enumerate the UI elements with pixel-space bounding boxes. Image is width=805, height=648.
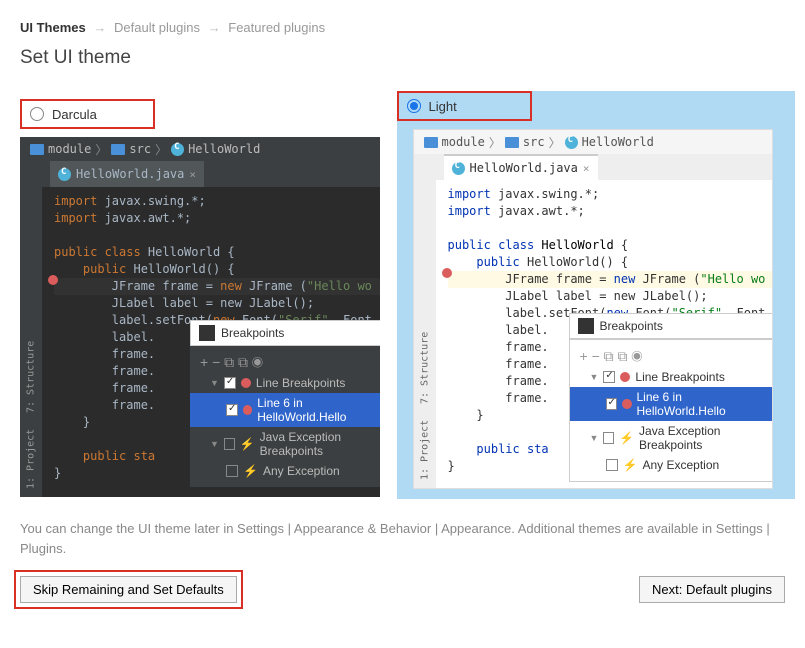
sidebar-structure[interactable]: 7: Structure — [20, 333, 42, 421]
bp-line6[interactable]: Line 6 in HelloWorld.Hello — [190, 393, 380, 427]
breakpoints-popup: Breakpoints + − ⧉ ⧉ ◉ ▼Line Breakpoints … — [569, 313, 773, 482]
radio-label-light: Light — [429, 99, 457, 114]
bp-line-breakpoints[interactable]: ▼Line Breakpoints — [190, 373, 380, 393]
breadcrumb-step-featured: Featured plugins — [228, 20, 325, 35]
radio-icon[interactable] — [407, 99, 421, 113]
checkbox-icon — [606, 459, 618, 471]
breakpoints-toolbar[interactable]: + − ⧉ ⧉ ◉ — [570, 346, 773, 367]
class-icon — [565, 136, 578, 149]
bolt-icon: ⚡ — [240, 437, 255, 451]
checkbox-icon — [603, 371, 615, 383]
sidebar-project[interactable]: 1: Project — [20, 421, 42, 497]
sidebar-structure[interactable]: 7: Structure — [414, 324, 436, 412]
theme-option-light[interactable]: Light module 〉 src 〉 HelloWorld HelloWor — [413, 99, 786, 499]
folder-icon — [30, 144, 44, 155]
expand-icon: ▼ — [210, 439, 219, 449]
checkbox-icon — [226, 404, 238, 416]
bolt-icon: ⚡ — [623, 458, 638, 472]
preview-darcula: module 〉 src 〉 HelloWorld HelloWorld.jav… — [20, 137, 380, 497]
bp-line-breakpoints[interactable]: ▼Line Breakpoints — [570, 367, 773, 387]
skip-button[interactable]: Skip Remaining and Set Defaults — [20, 576, 237, 603]
editor-breadcrumb: module 〉 src 〉 HelloWorld — [20, 137, 380, 161]
editor-breadcrumb: module 〉 src 〉 HelloWorld — [414, 130, 772, 154]
breakpoint-dot-icon — [622, 399, 632, 409]
breadcrumb-step-default: Default plugins — [114, 20, 200, 35]
breakpoint-dot-icon — [241, 378, 251, 388]
class-icon — [171, 143, 184, 156]
editor-tabs: HelloWorld.java × — [414, 154, 772, 180]
arrow-icon: → — [93, 20, 106, 35]
wizard-breadcrumb: UI Themes → Default plugins → Featured p… — [20, 20, 785, 35]
theme-option-darcula[interactable]: Darcula module 〉 src 〉 HelloWorld HelloW — [20, 99, 393, 499]
editor-tabs: HelloWorld.java × — [20, 161, 380, 187]
bolt-icon: ⚡ — [619, 431, 634, 445]
bp-java-exception[interactable]: ▼⚡Java Exception Breakpoints — [570, 421, 773, 455]
checkbox-icon — [603, 432, 614, 444]
class-icon — [452, 162, 465, 175]
bp-any-exception[interactable]: ⚡Any Exception — [570, 455, 773, 475]
breakpoint-dot-icon — [442, 268, 452, 278]
preview-light: module 〉 src 〉 HelloWorld HelloWorld.jav… — [413, 129, 773, 489]
arrow-icon: → — [208, 20, 221, 35]
radio-label-darcula: Darcula — [52, 107, 97, 122]
breakpoint-dot-icon — [243, 405, 253, 415]
checkbox-icon — [224, 438, 235, 450]
expand-icon: ▼ — [590, 372, 599, 382]
folder-icon — [111, 144, 125, 155]
bp-line6[interactable]: Line 6 in HelloWorld.Hello — [570, 387, 773, 421]
bp-any-exception[interactable]: ⚡Any Exception — [190, 461, 380, 481]
checkbox-icon — [226, 465, 238, 477]
tool-sidebar: 1: Project 7: Structure — [414, 154, 436, 488]
sidebar-project[interactable]: 1: Project — [414, 412, 436, 488]
bp-java-exception[interactable]: ▼⚡Java Exception Breakpoints — [190, 427, 380, 461]
breakpoints-header: Breakpoints — [569, 313, 773, 339]
folder-icon — [505, 137, 519, 148]
breakpoints-header: Breakpoints — [190, 320, 380, 346]
breakpoint-dot-icon — [620, 372, 630, 382]
breakpoints-icon — [578, 318, 594, 334]
bolt-icon: ⚡ — [243, 464, 258, 478]
expand-icon: ▼ — [590, 433, 599, 443]
page-title: Set UI theme — [20, 47, 785, 69]
checkbox-icon — [606, 398, 618, 410]
breakpoint-dot-icon — [48, 275, 58, 285]
breakpoints-popup: Breakpoints + − ⧉ ⧉ ◉ ▼Line Breakpoints … — [190, 320, 380, 487]
next-button[interactable]: Next: Default plugins — [639, 576, 785, 603]
breakpoints-toolbar[interactable]: + − ⧉ ⧉ ◉ — [190, 352, 380, 373]
breadcrumb-step-themes: UI Themes — [20, 20, 86, 35]
radio-icon[interactable] — [30, 107, 44, 121]
checkbox-icon — [224, 377, 236, 389]
close-icon[interactable]: × — [583, 162, 590, 175]
tool-sidebar: 1: Project 7: Structure — [20, 161, 42, 497]
breakpoints-icon — [199, 325, 215, 341]
tab-helloworld[interactable]: HelloWorld.java × — [444, 154, 598, 180]
tab-helloworld[interactable]: HelloWorld.java × — [50, 161, 204, 187]
class-icon — [58, 168, 71, 181]
folder-icon — [424, 137, 438, 148]
close-icon[interactable]: × — [189, 168, 196, 181]
expand-icon: ▼ — [210, 378, 219, 388]
theme-note: You can change the UI theme later in Set… — [20, 519, 785, 558]
